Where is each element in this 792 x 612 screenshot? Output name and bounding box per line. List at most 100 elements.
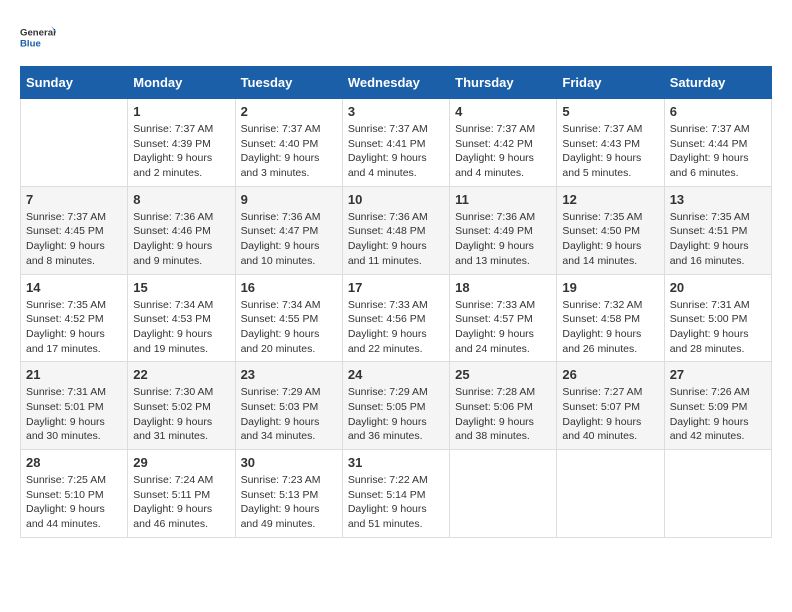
- day-number: 6: [670, 104, 766, 119]
- header-row: SundayMondayTuesdayWednesdayThursdayFrid…: [21, 67, 772, 99]
- day-number: 2: [241, 104, 337, 119]
- day-cell: 9 Sunrise: 7:36 AMSunset: 4:47 PMDaylight…: [235, 186, 342, 274]
- day-cell: 20 Sunrise: 7:31 AMSunset: 5:00 PMDayligh…: [664, 274, 771, 362]
- day-number: 3: [348, 104, 444, 119]
- day-info: Sunrise: 7:37 AMSunset: 4:41 PMDaylight:…: [348, 122, 444, 181]
- day-number: 11: [455, 192, 551, 207]
- day-number: 24: [348, 367, 444, 382]
- logo-svg: General Blue: [20, 20, 56, 56]
- day-number: 4: [455, 104, 551, 119]
- day-header-monday: Monday: [128, 67, 235, 99]
- day-cell: 27Sunrise: 7:26 AMSunset: 5:09 PMDayligh…: [664, 362, 771, 450]
- day-info: Sunrise: 7:24 AMSunset: 5:11 PMDaylight:…: [133, 473, 229, 532]
- day-cell: 21 Sunrise: 7:31 AMSunset: 5:01 PMDayligh…: [21, 362, 128, 450]
- day-cell: [450, 450, 557, 538]
- day-number: 25: [455, 367, 551, 382]
- day-info: Sunrise: 7:35 AMSunset: 4:50 PMDaylight:…: [562, 210, 658, 269]
- day-header-thursday: Thursday: [450, 67, 557, 99]
- day-info: Sunrise: 7:27 AMSunset: 5:07 PMDaylight:…: [562, 385, 658, 444]
- day-number: 8: [133, 192, 229, 207]
- week-row-5: 28 Sunrise: 7:25 AMSunset: 5:10 PMDayligh…: [21, 450, 772, 538]
- day-cell: 23 Sunrise: 7:29 AMSunset: 5:03 PMDayligh…: [235, 362, 342, 450]
- calendar-table: SundayMondayTuesdayWednesdayThursdayFrid…: [20, 66, 772, 538]
- day-number: 23: [241, 367, 337, 382]
- day-cell: 2 Sunrise: 7:37 AMSunset: 4:40 PMDaylight…: [235, 99, 342, 187]
- day-info: Sunrise: 7:37 AMSunset: 4:45 PMDaylight:…: [26, 210, 122, 269]
- day-cell: [557, 450, 664, 538]
- day-info: Sunrise: 7:33 AMSunset: 4:57 PMDaylight:…: [455, 298, 551, 357]
- day-number: 15: [133, 280, 229, 295]
- day-header-friday: Friday: [557, 67, 664, 99]
- day-cell: 30 Sunrise: 7:23 AMSunset: 5:13 PMDayligh…: [235, 450, 342, 538]
- day-cell: 26 Sunrise: 7:27 AMSunset: 5:07 PMDayligh…: [557, 362, 664, 450]
- day-cell: 13Sunrise: 7:35 AMSunset: 4:51 PMDayligh…: [664, 186, 771, 274]
- day-info: Sunrise: 7:25 AMSunset: 5:10 PMDaylight:…: [26, 473, 122, 532]
- day-number: 28: [26, 455, 122, 470]
- day-cell: 18 Sunrise: 7:33 AMSunset: 4:57 PMDayligh…: [450, 274, 557, 362]
- day-cell: [664, 450, 771, 538]
- day-cell: 28 Sunrise: 7:25 AMSunset: 5:10 PMDayligh…: [21, 450, 128, 538]
- day-number: 21: [26, 367, 122, 382]
- day-info: Sunrise: 7:37 AMSunset: 4:43 PMDaylight:…: [562, 122, 658, 181]
- day-info: Sunrise: 7:28 AMSunset: 5:06 PMDaylight:…: [455, 385, 551, 444]
- day-number: 7: [26, 192, 122, 207]
- day-header-wednesday: Wednesday: [342, 67, 449, 99]
- day-number: 30: [241, 455, 337, 470]
- day-cell: 8Sunrise: 7:36 AMSunset: 4:46 PMDaylight…: [128, 186, 235, 274]
- day-info: Sunrise: 7:35 AMSunset: 4:52 PMDaylight:…: [26, 298, 122, 357]
- svg-text:General: General: [20, 28, 56, 39]
- day-number: 27: [670, 367, 766, 382]
- day-number: 1: [133, 104, 229, 119]
- week-row-3: 14 Sunrise: 7:35 AMSunset: 4:52 PMDayligh…: [21, 274, 772, 362]
- day-info: Sunrise: 7:31 AMSunset: 5:00 PMDaylight:…: [670, 298, 766, 357]
- day-info: Sunrise: 7:37 AMSunset: 4:44 PMDaylight:…: [670, 122, 766, 181]
- day-info: Sunrise: 7:36 AMSunset: 4:48 PMDaylight:…: [348, 210, 444, 269]
- day-cell: 17Sunrise: 7:33 AMSunset: 4:56 PMDayligh…: [342, 274, 449, 362]
- day-info: Sunrise: 7:36 AMSunset: 4:47 PMDaylight:…: [241, 210, 337, 269]
- day-cell: 31Sunrise: 7:22 AMSunset: 5:14 PMDayligh…: [342, 450, 449, 538]
- day-number: 12: [562, 192, 658, 207]
- week-row-2: 7 Sunrise: 7:37 AMSunset: 4:45 PMDaylight…: [21, 186, 772, 274]
- day-cell: 6 Sunrise: 7:37 AMSunset: 4:44 PMDaylight…: [664, 99, 771, 187]
- svg-text:Blue: Blue: [20, 38, 41, 49]
- day-number: 5: [562, 104, 658, 119]
- day-number: 22: [133, 367, 229, 382]
- day-cell: 29 Sunrise: 7:24 AMSunset: 5:11 PMDayligh…: [128, 450, 235, 538]
- day-cell: 7 Sunrise: 7:37 AMSunset: 4:45 PMDaylight…: [21, 186, 128, 274]
- day-cell: 24Sunrise: 7:29 AMSunset: 5:05 PMDayligh…: [342, 362, 449, 450]
- day-cell: 4 Sunrise: 7:37 AMSunset: 4:42 PMDaylight…: [450, 99, 557, 187]
- day-header-saturday: Saturday: [664, 67, 771, 99]
- day-info: Sunrise: 7:37 AMSunset: 4:39 PMDaylight:…: [133, 122, 229, 181]
- day-cell: 3 Sunrise: 7:37 AMSunset: 4:41 PMDaylight…: [342, 99, 449, 187]
- day-cell: 19 Sunrise: 7:32 AMSunset: 4:58 PMDayligh…: [557, 274, 664, 362]
- day-number: 16: [241, 280, 337, 295]
- header: General Blue: [20, 20, 772, 56]
- day-cell: 22 Sunrise: 7:30 AMSunset: 5:02 PMDayligh…: [128, 362, 235, 450]
- day-info: Sunrise: 7:31 AMSunset: 5:01 PMDaylight:…: [26, 385, 122, 444]
- day-info: Sunrise: 7:37 AMSunset: 4:42 PMDaylight:…: [455, 122, 551, 181]
- day-info: Sunrise: 7:22 AMSunset: 5:14 PMDaylight:…: [348, 473, 444, 532]
- day-cell: [21, 99, 128, 187]
- day-number: 9: [241, 192, 337, 207]
- day-info: Sunrise: 7:34 AMSunset: 4:55 PMDaylight:…: [241, 298, 337, 357]
- day-cell: 10Sunrise: 7:36 AMSunset: 4:48 PMDayligh…: [342, 186, 449, 274]
- day-cell: 25 Sunrise: 7:28 AMSunset: 5:06 PMDayligh…: [450, 362, 557, 450]
- day-number: 29: [133, 455, 229, 470]
- day-number: 14: [26, 280, 122, 295]
- day-info: Sunrise: 7:29 AMSunset: 5:03 PMDaylight:…: [241, 385, 337, 444]
- day-info: Sunrise: 7:37 AMSunset: 4:40 PMDaylight:…: [241, 122, 337, 181]
- day-info: Sunrise: 7:32 AMSunset: 4:58 PMDaylight:…: [562, 298, 658, 357]
- day-info: Sunrise: 7:30 AMSunset: 5:02 PMDaylight:…: [133, 385, 229, 444]
- day-number: 17: [348, 280, 444, 295]
- day-cell: 15Sunrise: 7:34 AMSunset: 4:53 PMDayligh…: [128, 274, 235, 362]
- day-cell: 1 Sunrise: 7:37 AMSunset: 4:39 PMDaylight…: [128, 99, 235, 187]
- day-header-sunday: Sunday: [21, 67, 128, 99]
- day-number: 19: [562, 280, 658, 295]
- day-cell: 5 Sunrise: 7:37 AMSunset: 4:43 PMDaylight…: [557, 99, 664, 187]
- day-cell: 11 Sunrise: 7:36 AMSunset: 4:49 PMDayligh…: [450, 186, 557, 274]
- day-info: Sunrise: 7:23 AMSunset: 5:13 PMDaylight:…: [241, 473, 337, 532]
- day-number: 26: [562, 367, 658, 382]
- day-info: Sunrise: 7:36 AMSunset: 4:49 PMDaylight:…: [455, 210, 551, 269]
- day-number: 20: [670, 280, 766, 295]
- day-number: 18: [455, 280, 551, 295]
